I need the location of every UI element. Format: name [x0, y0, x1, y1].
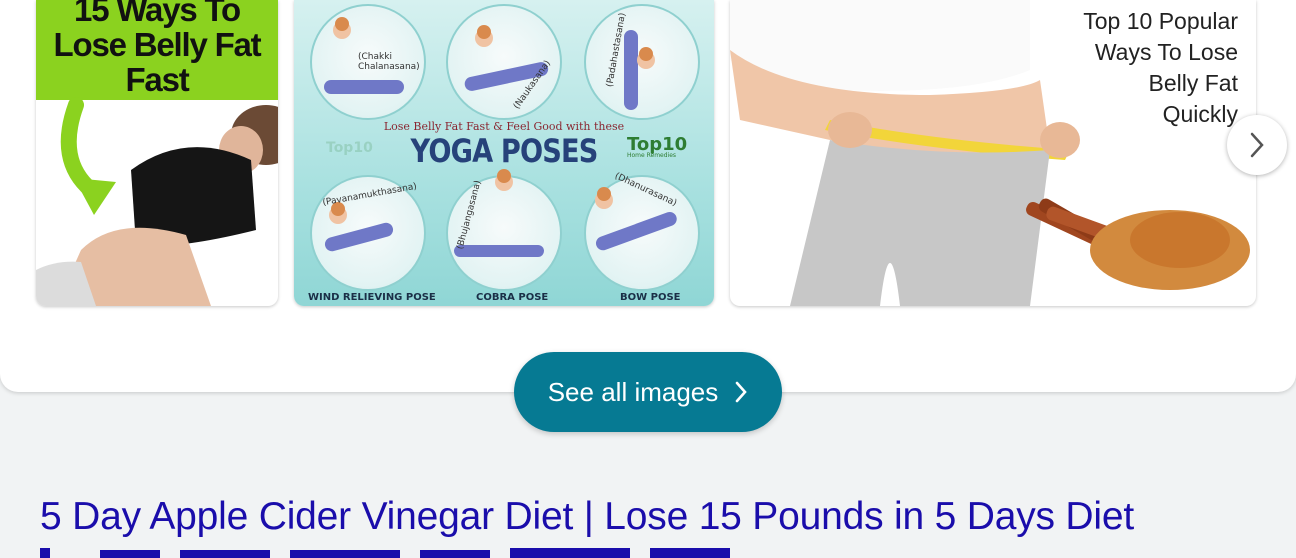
search-result-title-link[interactable]: 5 Day Apple Cider Vinegar Diet | Lose 15…	[40, 495, 1134, 539]
pose-label: WIND RELIEVING POSE	[308, 292, 436, 303]
chevron-right-icon	[1250, 132, 1264, 158]
brand-watermark: Top10	[326, 140, 373, 156]
cutoff-text-fragment	[40, 548, 730, 558]
chevron-right-icon	[735, 381, 748, 403]
brand-logo: Top10 Home Remedies	[627, 134, 687, 159]
search-result-subtitle-cutoff	[40, 544, 740, 558]
see-all-images-label: See all images	[547, 376, 719, 407]
image-caption: Top 10 Popular Ways To Lose Belly Fat Qu…	[1083, 6, 1238, 130]
pose-label: COBRA POSE	[476, 292, 549, 303]
image-caption-line: Belly Fat	[1148, 70, 1238, 96]
woman-crunch-photo	[36, 97, 278, 306]
image-thumbnail-waist-cinnamon[interactable]: Top 10 Popular Ways To Lose Belly Fat Qu…	[730, 0, 1256, 306]
image-caption-line: Top 10 Popular	[1083, 8, 1238, 34]
images-carousel-card: 15 Ways To Lose Belly Fat Fast (Chakki C…	[0, 0, 1296, 392]
pose-label: BOW POSE	[620, 292, 681, 303]
image-thumbnail-belly-fat[interactable]: 15 Ways To Lose Belly Fat Fast	[36, 0, 278, 306]
pose-name: (Chakki Chalanasana)	[358, 52, 420, 72]
image-caption-line: Quickly	[1162, 101, 1238, 127]
carousel-next-button[interactable]	[1227, 115, 1287, 175]
see-all-images-button[interactable]: See all images	[514, 352, 782, 432]
image-caption-line: Ways To Lose	[1094, 39, 1238, 65]
image-thumbnail-yoga-poses[interactable]: (Chakki Chalanasana) (Naukasana) (Padaha…	[294, 0, 714, 306]
